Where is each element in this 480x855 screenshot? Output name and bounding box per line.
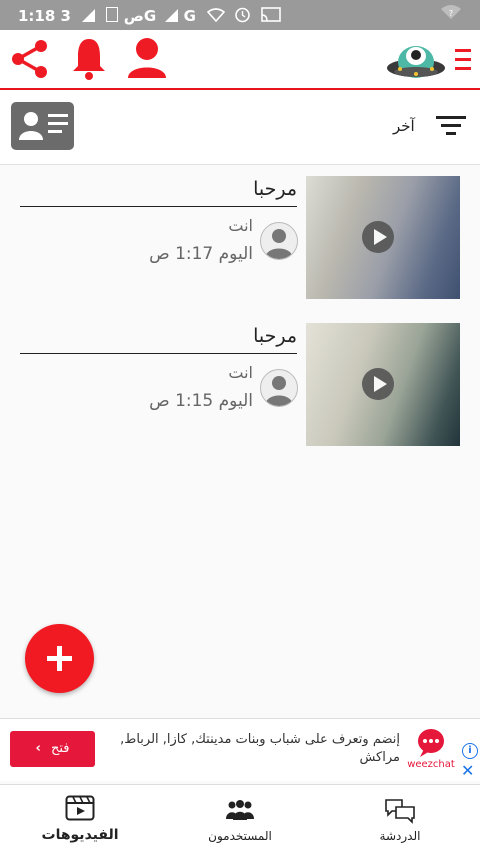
chevron-left-icon: ‹ <box>35 741 41 756</box>
wifi-question-icon: ? <box>441 5 461 19</box>
status-right: ? <box>440 4 462 24</box>
users-icon <box>226 800 254 820</box>
avatar[interactable] <box>260 369 298 407</box>
title-divider <box>20 206 297 207</box>
close-icon[interactable]: ✕ <box>461 761 474 780</box>
play-icon[interactable] <box>362 221 394 253</box>
video-title: مرحبا <box>253 178 297 200</box>
video-time: اليوم 1:15 ص <box>149 391 253 411</box>
play-icon[interactable] <box>362 368 394 400</box>
tab-chat-label: الدردشة <box>379 829 421 843</box>
user-icon[interactable] <box>126 36 168 80</box>
signal-icon <box>82 9 96 22</box>
status-bar: 1:18 ص 3G G ? <box>0 0 480 30</box>
filter-bar: آخر <box>0 90 480 165</box>
chat-icon <box>385 799 415 824</box>
tab-videos[interactable]: الفيديوهات <box>0 785 160 855</box>
ad-open-label: فتح <box>50 741 70 756</box>
ad-banner[interactable]: ‹ فتح إنضم وتعرف على شباب وبنات مدينتك, … <box>0 718 480 781</box>
video-author: انت <box>228 363 253 382</box>
ad-text: إنضم وتعرف على شباب وبنات مدينتك, كازا, … <box>120 732 400 765</box>
cast-icon <box>260 7 281 22</box>
filter-label[interactable]: آخر <box>393 117 415 135</box>
wifi-icon <box>207 8 226 23</box>
bell-icon[interactable] <box>70 36 108 80</box>
signal-icon <box>165 9 179 22</box>
video-author: انت <box>228 216 253 235</box>
app-logo-icon[interactable] <box>386 32 446 86</box>
ad-logo: weezchat <box>406 727 456 771</box>
ad-open-button[interactable]: ‹ فتح <box>10 731 95 767</box>
network-g-label: G <box>183 7 196 25</box>
sim-icon <box>106 7 119 22</box>
ad-brand: weezchat <box>407 759 455 770</box>
user-avatar-icon <box>265 229 293 259</box>
tab-chat[interactable]: الدردشة <box>320 785 480 855</box>
bottom-navigation: الفيديوهات المستخدمون الدردشة <box>0 784 480 855</box>
video-card[interactable]: مرحبا انت اليوم 1:15 ص <box>0 323 480 447</box>
top-app-bar <box>0 30 480 90</box>
video-time: اليوم 1:17 ص <box>149 244 253 264</box>
avatar[interactable] <box>260 222 298 260</box>
contact-card-icon[interactable] <box>11 102 74 150</box>
status-time: 1:18 ص <box>18 7 144 25</box>
video-icon <box>65 795 95 821</box>
tab-videos-label: الفيديوهات <box>41 827 119 843</box>
svg-text:?: ? <box>449 9 453 18</box>
info-icon[interactable]: i <box>462 743 478 759</box>
video-thumbnail[interactable] <box>306 176 460 299</box>
video-thumbnail[interactable] <box>306 323 460 446</box>
chat-bubble-logo-icon <box>418 729 444 757</box>
title-divider <box>20 353 297 354</box>
video-card[interactable]: مرحبا انت اليوم 1:17 ص <box>0 176 480 300</box>
alarm-icon <box>235 7 251 23</box>
status-left: 1:18 ص 3G G <box>18 6 281 25</box>
share-icon[interactable] <box>9 38 51 80</box>
tab-users-label: المستخدمون <box>208 829 272 843</box>
menu-icon[interactable] <box>455 48 471 70</box>
video-title: مرحبا <box>253 325 297 347</box>
add-video-button[interactable] <box>25 624 94 693</box>
tab-users[interactable]: المستخدمون <box>160 785 320 855</box>
sort-icon[interactable] <box>436 114 466 138</box>
user-avatar-icon <box>265 376 293 406</box>
